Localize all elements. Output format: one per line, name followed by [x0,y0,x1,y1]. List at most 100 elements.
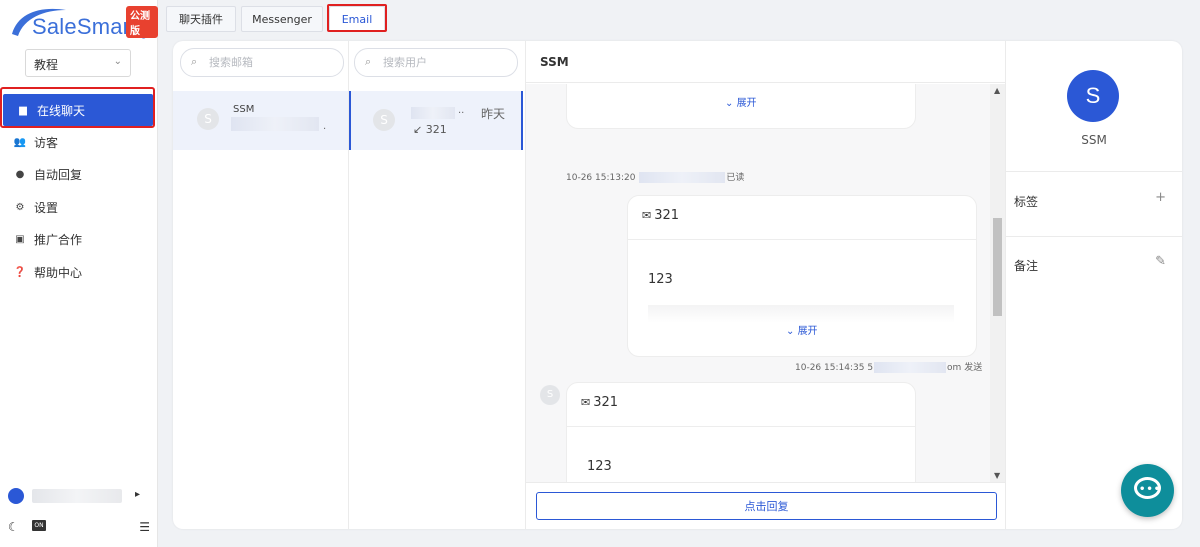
mailbox-suffix: . [323,121,327,132]
conversation-preview: ↙ 321 [413,123,447,136]
list-item[interactable]: S SSM . [173,91,348,150]
mailbox-column: ⌕ S SSM . [173,41,349,529]
sidebar: SaleSmartly 公测版 教程 ⌄ ▆ 在线聊天 👥 访客 ● 自动回复 … [0,0,158,547]
mailbox-search[interactable]: ⌕ [180,48,344,77]
nav-item-help[interactable]: ❓ 帮助中心 [0,256,156,288]
nav-item-label: 帮助中心 [34,265,83,280]
envelope-icon: ✉ [581,396,591,409]
robot-icon: ● [15,168,25,180]
message-card: ✉321 123 ⌄ 展开 [627,195,977,357]
chevron-right-icon: ▸ [134,489,140,500]
user-search-input[interactable] [383,54,503,71]
tab-messenger[interactable]: Messenger [241,6,323,32]
profile-column: S SSM 标签 + 备注 ✎ [1006,41,1182,529]
message-meta: 10-26 15:14:35 5 om 发送 [795,360,982,373]
add-tag-icon[interactable]: + [1155,190,1166,205]
reply-button[interactable]: 点击回复 [536,492,997,520]
tab-highlight-box [327,4,387,32]
beta-badge: 公测版 [126,6,158,38]
list-item[interactable]: S .. 昨天 ↙ 321 [349,91,523,150]
message-card: ✉321 123 ⌄ 展开 [566,382,916,482]
chevron-down-icon: ⌄ [113,56,122,67]
search-icon: ⌕ [365,55,372,68]
nav-item-label: 自动回复 [34,167,83,182]
workspace-select[interactable]: 教程 ⌄ [25,49,131,77]
message-body: 123 [587,459,612,474]
moon-icon[interactable]: ☾ [8,520,19,534]
chat-messages[interactable]: ⌄ 展开 10-26 15:13:20 已读 ✉ 321 123 ⌄ 展开 10-… [526,84,1005,482]
workspace-select-value: 教程 [34,58,59,72]
message-fade [648,305,954,323]
message-time: 10-26 15:14:35 [795,363,865,373]
nav-item-label: 访客 [34,135,59,150]
email-prefix: 5 [867,363,874,373]
visitors-icon: 👥 [13,136,27,148]
envelope-icon: ✉ [642,209,652,222]
notes-label: 备注 [1014,259,1039,273]
chat-header: SSM [526,41,1005,83]
current-user[interactable]: ▸ [8,487,148,505]
main-panel: ⌕ S SSM . ⌕ S .. 昨天 ↙ 321 SSM [173,41,1182,529]
sidebar-footer: ☾ ON ☰ [8,518,150,536]
scroll-up-icon[interactable]: ▲ [994,86,1000,95]
mailbox-search-input[interactable] [209,54,329,71]
message-subject: ✉ 321 [581,395,618,410]
chat-title: SSM [540,55,569,69]
email-redacted [874,362,947,373]
avatar: S [197,108,219,130]
message-status: 发送 [964,363,983,373]
message-subject: ✉ 321 [642,208,679,223]
mailbox-name: SSM [233,104,255,115]
divider [628,239,976,240]
avatar: S [540,385,560,405]
message-body: 123 [648,272,673,287]
email-suffix: om [947,363,962,373]
gift-icon: ▣ [15,233,25,245]
nav-item-label: 推广合作 [34,232,83,247]
tab-label: 聊天插件 [179,13,223,26]
profile-name: SSM [1081,133,1107,147]
message-subject-text: 321 [593,395,619,410]
divider [1006,171,1182,172]
email-redacted [639,172,726,183]
divider [1006,236,1182,237]
conversation-time: 昨天 [481,107,506,121]
nav-item-label: 设置 [34,200,59,215]
avatar: S [373,109,395,131]
help-icon: ❓ [13,266,27,278]
expand-label: 展开 [736,98,757,109]
nav-item-visitors[interactable]: 👥 访客 [0,126,156,158]
expand-button[interactable]: ⌄ 展开 [786,322,818,337]
tab-chat-plugin[interactable]: 聊天插件 [166,6,236,32]
nav-item-auto-reply[interactable]: ● 自动回复 [0,158,156,190]
logo: SaleSmartly 公测版 [8,4,158,44]
profile-avatar: S [1067,70,1119,122]
nav-item-affiliate[interactable]: ▣ 推广合作 [0,223,156,255]
divider [567,426,915,427]
collapse-menu-icon[interactable]: ☰ [139,520,150,534]
message-card: ⌄ 展开 [566,84,916,129]
chat-scrollbar[interactable]: ▲ ▼ [990,84,1005,482]
user-name-redacted [32,489,122,503]
nav-item-settings[interactable]: ⚙ 设置 [0,191,156,223]
reply-bar: 点击回复 [526,482,1005,529]
nav-highlight-box [0,87,155,128]
chat-column: SSM ⌄ 展开 10-26 15:13:20 已读 ✉ 321 123 ⌄ 展开… [526,41,1006,529]
user-name-suffix: .. [458,105,465,116]
edit-notes-icon[interactable]: ✎ [1155,254,1166,269]
users-column: ⌕ S .. 昨天 ↙ 321 [349,41,526,529]
message-meta: 10-26 15:13:20 已读 [566,170,744,183]
chat-widget-button[interactable]: ••• [1121,464,1174,517]
tab-label: Messenger [252,12,312,26]
mailbox-address-redacted [231,117,319,131]
scroll-thumb[interactable] [993,218,1002,316]
expand-label: 展开 [797,326,818,337]
scroll-down-icon[interactable]: ▼ [994,471,1000,480]
expand-button[interactable]: ⌄ 展开 [725,94,757,109]
user-name-redacted [411,107,455,119]
avatar [8,488,24,504]
message-status: 已读 [726,173,745,183]
online-toggle[interactable]: ON [32,520,46,531]
user-search[interactable]: ⌕ [354,48,518,77]
message-time: 10-26 15:13:20 [566,173,636,183]
